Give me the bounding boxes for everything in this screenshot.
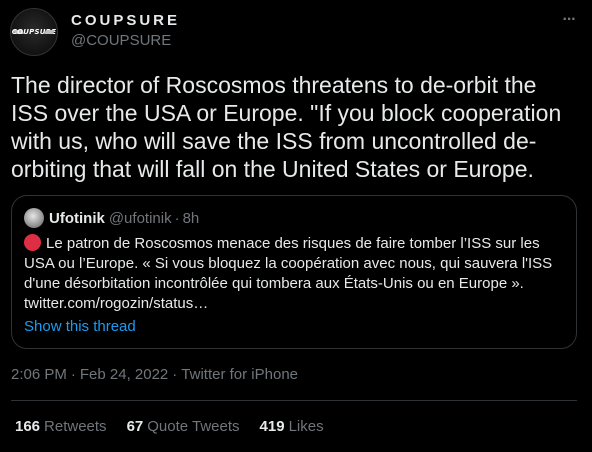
retweets-stat[interactable]: 166 Retweets [15,418,107,435]
red-circle-icon [24,234,41,251]
author-names: COUPSURE @COUPSURE [71,11,180,51]
quote-tweets-stat[interactable]: 67 Quote Tweets [127,418,240,435]
quoted-tweet-time[interactable]: 8h [183,210,200,227]
show-thread-link[interactable]: Show this thread [24,318,136,335]
logo-wing-right [44,30,55,34]
separator-dot: · [174,209,180,227]
quoted-tweet-header: Ufotinik @ufotinik · 8h [24,208,199,228]
quoted-tweet-text: Le patron de Roscosmos menace des risque… [24,235,553,312]
quoted-tweet-text-block: Le patron de Roscosmos menace des risque… [24,234,564,314]
quoted-tweet[interactable]: Ufotinik @ufotinik · 8h Le patron de Ros… [11,195,577,349]
more-horizontal-icon: ··· [562,11,577,28]
more-options-button[interactable]: ··· [556,10,582,30]
tweet-header: COUPSURE COUPSURE @COUPSURE ··· [10,8,582,56]
tweet-date[interactable]: Feb 24, 2022 [80,366,168,383]
quoted-author-handle[interactable]: @ufotinik [109,210,172,227]
tweet-source[interactable]: Twitter for iPhone [181,366,298,383]
quote-tweets-count: 67 [126,418,144,435]
quoted-author-name[interactable]: Ufotinik [49,210,105,227]
likes-stat[interactable]: 419 Likes [260,418,324,435]
retweets-count: 166 [15,418,41,435]
separator-dot: · [70,366,76,383]
quoted-author-avatar[interactable] [24,208,44,228]
tweet-time[interactable]: 2:06 PM [11,366,67,383]
tweet-text: The director of Roscosmos threatens to d… [11,72,562,182]
separator-dot: · [172,366,178,383]
tweet-stats: 166 Retweets 67 Quote Tweets 419 Likes [15,418,344,435]
author-handle[interactable]: @COUPSURE [71,31,180,51]
likes-count: 419 [259,418,285,435]
author-avatar[interactable]: COUPSURE [10,8,58,56]
divider [11,400,577,401]
likes-label: Likes [288,418,324,435]
author-display-name[interactable]: COUPSURE [71,11,180,31]
retweets-label: Retweets [44,418,107,435]
quote-tweets-label: Quote Tweets [147,418,240,435]
tweet-meta: 2:06 PM · Feb 24, 2022 · Twitter for iPhone [11,366,298,383]
